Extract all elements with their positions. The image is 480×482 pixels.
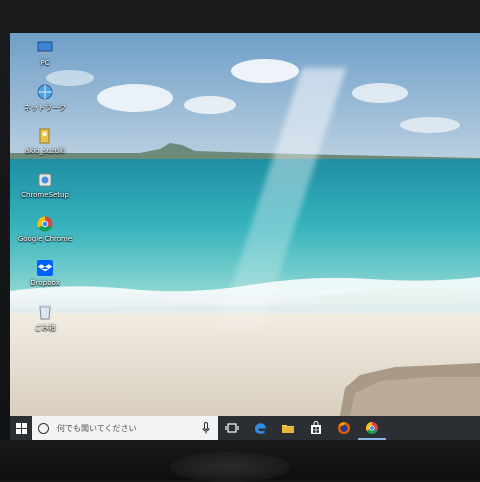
beach-wallpaper [10,33,480,416]
search-placeholder: 何でも聞いてください [57,423,137,433]
store-button[interactable] [302,416,330,440]
desktop[interactable]: PC ネットワーク akio_suzuki ChromeSetup Google… [10,33,480,416]
desktop-icon-label: Dropbox [30,279,60,287]
desktop-icon-label: ごみ箱 [34,324,56,332]
edge-icon [255,423,266,434]
desktop-icon-label: ChromeSetup [21,191,69,199]
file-explorer-button[interactable] [274,416,302,440]
desktop-icons: PC ネットワーク akio_suzuki ChromeSetup Google… [16,37,76,345]
task-view-icon [225,423,239,433]
firefox-icon [338,422,350,434]
screen-reflection [170,452,290,482]
network-icon [37,84,53,100]
desktop-icon-pc[interactable]: PC [16,37,74,81]
user-folder-icon [39,128,50,144]
desktop-icon-google-chrome[interactable]: Google Chrome [16,213,74,257]
desktop-icon-dropbox[interactable]: Dropbox [16,257,74,301]
chrome-taskbar-button[interactable] [358,416,386,440]
screen: PC ネットワーク akio_suzuki ChromeSetup Google… [10,33,480,440]
chrome-icon [37,216,53,232]
computer-icon [37,41,53,54]
installer-icon [38,173,52,187]
desktop-icon-recycle-bin[interactable]: ごみ箱 [16,301,74,345]
desktop-icon-user-folder[interactable]: akio_suzuki [16,125,74,169]
edge-button[interactable] [246,416,274,440]
recycle-bin-icon [39,305,51,320]
windows-logo-icon [15,422,27,434]
firefox-button[interactable] [330,416,358,440]
dropbox-icon [37,260,53,276]
microphone-icon[interactable] [202,422,210,434]
desktop-icon-network[interactable]: ネットワーク [16,81,74,125]
store-icon [311,421,321,434]
cortana-icon [38,422,49,434]
desktop-icon-label: Google Chrome [17,235,73,243]
file-explorer-icon [282,425,294,433]
task-view-button[interactable] [218,416,246,440]
cortana-search-box[interactable]: 何でも聞いてください [32,416,218,440]
chrome-icon [365,422,378,435]
desktop-icon-label: PC [40,59,50,67]
taskbar: 何でも聞いてください [10,416,480,440]
start-button[interactable] [10,416,32,440]
desktop-icon-chromesetup[interactable]: ChromeSetup [16,169,74,213]
desktop-icon-label: ネットワーク [24,104,66,112]
desktop-icon-label: akio_suzuki [24,147,66,155]
